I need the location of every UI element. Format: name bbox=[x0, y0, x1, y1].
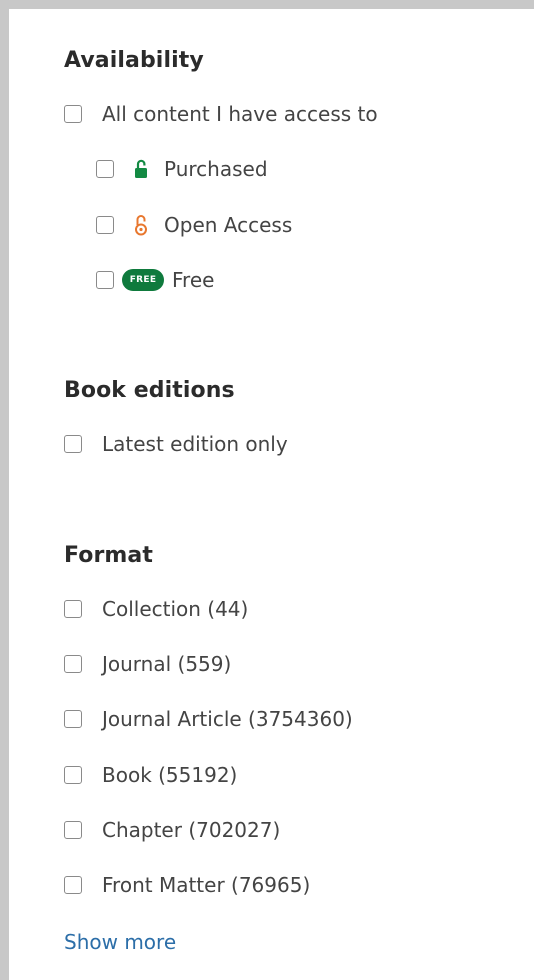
format-checkbox[interactable] bbox=[64, 821, 82, 839]
format-label: Journal Article (3754360) bbox=[102, 707, 353, 731]
filter-all-content[interactable]: All content I have access to bbox=[64, 101, 378, 127]
book-editions-heading: Book editions bbox=[64, 378, 235, 403]
format-item[interactable]: Journal (559) bbox=[64, 651, 231, 677]
format-checkbox[interactable] bbox=[64, 655, 82, 673]
all-content-label: All content I have access to bbox=[102, 102, 378, 126]
filter-free[interactable]: FREE Free bbox=[96, 267, 214, 293]
format-item[interactable]: Collection (44) bbox=[64, 596, 248, 622]
free-checkbox[interactable] bbox=[96, 271, 114, 289]
open-access-icon bbox=[134, 214, 148, 236]
format-label: Journal (559) bbox=[102, 652, 232, 676]
all-content-checkbox[interactable] bbox=[64, 105, 82, 123]
purchased-label: Purchased bbox=[164, 157, 268, 181]
open-access-label: Open Access bbox=[164, 213, 293, 237]
show-more-link[interactable]: Show more bbox=[64, 930, 176, 954]
format-label: Chapter (702027) bbox=[102, 818, 281, 842]
free-label: Free bbox=[172, 268, 215, 292]
unlocked-padlock-icon bbox=[134, 159, 148, 179]
filter-open-access[interactable]: Open Access bbox=[96, 212, 292, 238]
filter-purchased[interactable]: Purchased bbox=[96, 156, 268, 182]
format-item[interactable]: Chapter (702027) bbox=[64, 817, 280, 843]
format-label: Collection (44) bbox=[102, 597, 249, 621]
format-checkbox[interactable] bbox=[64, 710, 82, 728]
format-checkbox[interactable] bbox=[64, 766, 82, 784]
latest-edition-label: Latest edition only bbox=[102, 432, 288, 456]
format-checkbox[interactable] bbox=[64, 600, 82, 618]
format-item[interactable]: Front Matter (76965) bbox=[64, 872, 310, 898]
free-badge-icon: FREE bbox=[122, 269, 164, 291]
open-access-checkbox[interactable] bbox=[96, 216, 114, 234]
availability-heading: Availability bbox=[64, 48, 204, 73]
format-item[interactable]: Book (55192) bbox=[64, 762, 237, 788]
filter-latest-edition[interactable]: Latest edition only bbox=[64, 431, 288, 457]
format-checkbox[interactable] bbox=[64, 876, 82, 894]
format-heading: Format bbox=[64, 543, 153, 568]
latest-edition-checkbox[interactable] bbox=[64, 435, 82, 453]
format-label: Front Matter (76965) bbox=[102, 873, 311, 897]
format-label: Book (55192) bbox=[102, 763, 238, 787]
format-item[interactable]: Journal Article (3754360) bbox=[64, 706, 353, 732]
purchased-checkbox[interactable] bbox=[96, 160, 114, 178]
